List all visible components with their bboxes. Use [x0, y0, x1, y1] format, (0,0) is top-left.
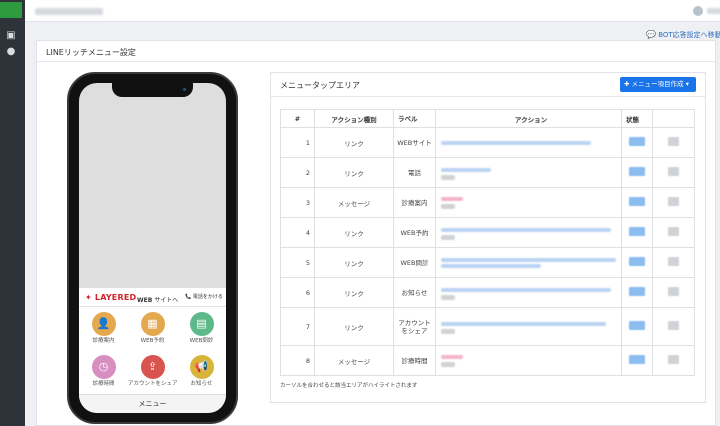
- rich-menu-item-label: アカウントをシェア: [128, 381, 178, 387]
- rich-menu-item[interactable]: 📢 お知らせ: [177, 351, 226, 394]
- person-icon: 👤: [91, 312, 116, 336]
- rich-menu-grid: 👤 診療案内 ▦ WEB予約 ▤ WEB問診 ◷ 診療時間 ⇪ アカウントをシェ…: [79, 308, 226, 394]
- status-badge[interactable]: [629, 167, 645, 176]
- hint-text: カーソルを合わせると該当エリアがハイライトされます: [280, 383, 418, 389]
- status-badge[interactable]: [629, 257, 645, 266]
- action-redacted: [435, 307, 622, 346]
- share-icon: ⇪: [140, 355, 165, 379]
- tap-area-table: # アクション種別 ラベル アクション 状態 1 リンク WEBサイト 2 リン…: [280, 109, 695, 376]
- chat-icon: 💬: [646, 30, 656, 39]
- rich-menu-item-label: 診療時間: [92, 381, 115, 387]
- rich-menu-item-label: WEB予約: [140, 338, 165, 344]
- user-name-redacted[interactable]: [707, 8, 720, 14]
- account-name-redacted: [35, 8, 103, 15]
- web-site-label: WEB サイトへ: [137, 297, 179, 304]
- menu-square-icon[interactable]: ▣: [5, 30, 17, 42]
- operation-button[interactable]: [668, 321, 679, 330]
- operation-button[interactable]: [668, 257, 679, 266]
- table-row[interactable]: 6 リンク お知らせ: [280, 277, 695, 308]
- add-menu-item-button[interactable]: ✚ メニュー項目作成 ▾: [620, 77, 696, 92]
- operation-button[interactable]: [668, 137, 679, 146]
- page-title: LINEリッチメニュー設定: [37, 41, 715, 62]
- chevron-down-icon: ▾: [685, 80, 689, 88]
- action-redacted: [435, 187, 622, 218]
- table-row[interactable]: 7 リンク アカウントをシェア: [280, 307, 695, 346]
- clipboard-icon: ▤: [189, 312, 214, 336]
- status-badge[interactable]: [629, 137, 645, 146]
- rich-menu-item[interactable]: 👤 診療案内: [79, 308, 128, 351]
- col-operation: [652, 109, 695, 128]
- rich-menu-item-label: お知らせ: [190, 381, 213, 387]
- app-logo[interactable]: [0, 2, 22, 18]
- col-label: ラベル: [393, 109, 436, 128]
- rich-menu-item[interactable]: ◷ 診療時間: [79, 351, 128, 394]
- operation-button[interactable]: [668, 227, 679, 236]
- tap-area-card: メニュータップエリア ✚ メニュー項目作成 ▾ # アクション種別 ラベル アク…: [270, 72, 706, 403]
- menu-bar[interactable]: メニュー: [79, 394, 226, 413]
- megaphone-icon: 📢: [189, 355, 214, 379]
- rich-menu-item[interactable]: ⇪ アカウントをシェア: [128, 351, 178, 394]
- tap-area-header: メニュータップエリア ✚ メニュー項目作成 ▾: [271, 73, 705, 97]
- action-redacted: [435, 345, 622, 376]
- phone-screen: ✦ LAYERED WEB サイトへ 📞 電話をかける 👤 診療案内 ▦ WEB…: [79, 83, 226, 413]
- rich-menu: ✦ LAYERED WEB サイトへ 📞 電話をかける 👤 診療案内 ▦ WEB…: [79, 288, 226, 394]
- col-action-type: アクション種別: [314, 109, 394, 128]
- table-row[interactable]: 3 メッセージ 診療案内: [280, 187, 695, 218]
- table-row[interactable]: 2 リンク 電話: [280, 157, 695, 188]
- status-badge[interactable]: [629, 287, 645, 296]
- operation-button[interactable]: [668, 355, 679, 364]
- table-row[interactable]: 4 リンク WEB予約: [280, 217, 695, 248]
- plus-icon: ✚: [624, 80, 630, 88]
- table-row[interactable]: 5 リンク WEB問診: [280, 247, 695, 278]
- phone-call-label: 📞 電話をかける: [185, 294, 223, 300]
- rich-menu-banner[interactable]: ✦ LAYERED WEB サイトへ 📞 電話をかける: [79, 288, 226, 307]
- col-num: #: [280, 109, 315, 128]
- sidebar: ▣ ●: [0, 0, 25, 426]
- operation-button[interactable]: [668, 197, 679, 206]
- col-status: 状態: [621, 109, 653, 128]
- calendar-icon: ▦: [140, 312, 165, 336]
- layered-logo: ✦ LAYERED: [85, 293, 137, 302]
- table-row[interactable]: 8 メッセージ 診療時間: [280, 345, 695, 376]
- col-action: アクション: [435, 109, 622, 128]
- operation-button[interactable]: [668, 167, 679, 176]
- status-badge[interactable]: [629, 355, 645, 364]
- rich-menu-item[interactable]: ▦ WEB予約: [128, 308, 177, 351]
- user-icon[interactable]: ●: [5, 46, 17, 58]
- rich-menu-item[interactable]: ▤ WEB問診: [177, 308, 226, 351]
- action-redacted: [435, 277, 622, 308]
- action-redacted: [435, 217, 622, 248]
- phone-preview: ✦ LAYERED WEB サイトへ 📞 電話をかける 👤 診療案内 ▦ WEB…: [67, 72, 238, 424]
- rich-menu-item-label: 診療案内: [92, 338, 115, 344]
- rich-menu-item-label: WEB問診: [189, 338, 214, 344]
- status-badge[interactable]: [629, 227, 645, 236]
- avatar[interactable]: [693, 6, 703, 16]
- table-row[interactable]: 1 リンク WEBサイト: [280, 127, 695, 158]
- action-redacted: [435, 127, 622, 158]
- camera-icon: [183, 88, 186, 91]
- status-badge[interactable]: [629, 321, 645, 330]
- action-redacted: [435, 157, 622, 188]
- operation-button[interactable]: [668, 287, 679, 296]
- phone-notch: [112, 83, 193, 97]
- status-badge[interactable]: [629, 197, 645, 206]
- bot-settings-link[interactable]: 💬 BOT応答設定へ移動: [646, 30, 720, 40]
- tap-area-title: メニュータップエリア: [280, 81, 360, 90]
- action-redacted: [435, 247, 622, 278]
- top-bar: [25, 0, 720, 22]
- clock-icon: ◷: [91, 355, 116, 379]
